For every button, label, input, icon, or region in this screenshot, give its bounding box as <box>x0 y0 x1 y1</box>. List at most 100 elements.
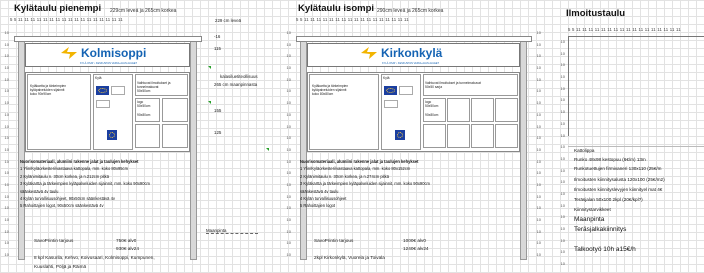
municipality-logo-icon <box>107 130 117 140</box>
left-small-cell-3 <box>135 124 160 148</box>
middle-logo-name: Kirkonkylä <box>381 46 443 60</box>
left-desc-item: 3 Kyläkartta ja tärkeimpien kyläpalvelui… <box>20 181 150 187</box>
left-small-cell-3-text: 90x80cm <box>137 113 151 117</box>
cost-row: Kiinnitystarvikkeet <box>574 207 611 212</box>
left-top-label: 229 cm leveä <box>215 18 242 23</box>
cell-comment-marker <box>208 66 211 69</box>
dim-label-top: -16 <box>214 34 221 39</box>
right-divider <box>568 146 704 147</box>
middle-notice-text: Vaihtuvat ilmoitukset ja tunnelmakuvat 50… <box>425 81 481 89</box>
middle-small-cell-3 <box>471 98 494 122</box>
cost-row: Runko 48x98 kestopuu (6€/m) 13m <box>574 157 646 162</box>
middle-desc-item: 2 Kylänimitaulu n. 30cm korkea, ja n.274… <box>300 173 389 179</box>
middle-row-numbers-right: 10 10 10 10 10 10 10 10 10 10 10 10 10 10 10 10 10 10 10 10 <box>536 30 541 258</box>
middle-sign-roof <box>296 36 532 42</box>
middle-sign-post-left <box>300 40 307 260</box>
left-sign-post-left <box>18 40 25 260</box>
middle-small-cell-6 <box>447 124 470 148</box>
middle-sign-post-right <box>520 40 527 260</box>
left-subtitle: 229cm leveä ja 265cm korkea <box>110 8 177 14</box>
dim-label-height: 265 cm maanpinnasta <box>214 82 258 87</box>
cost-row: Runkotuettujen firmivaneri 130x110 (25€/… <box>574 166 662 171</box>
middle-logo-tag: KYLÄ OSAT • KESKUSTAN VAPAA-AJAN ALUEET <box>382 62 440 65</box>
left-sign-roof <box>14 36 202 42</box>
middle-small-cell-2 <box>447 98 470 122</box>
left-footer-line-1: 8 kpl Kasurila, Kehvo, Koivusaari, Kolmi… <box>34 255 155 260</box>
kolmisoppi-logo-icon <box>61 47 77 59</box>
cost-row: Talkootyö 10h a15€/h <box>574 246 636 253</box>
cost-row: Kattolippa <box>574 148 595 153</box>
left-row-numbers: 10 10 10 10 10 10 10 10 10 10 10 10 10 10 10 10 10 10 10 10 <box>4 30 9 258</box>
cell-comment-marker <box>266 148 269 151</box>
middle-logo: Kirkonkylä <box>360 46 442 60</box>
cost-row: Teräsjalan 50x100 2kpl (20€/kpl?) <box>574 197 643 202</box>
middle-map-text: Kyläkartta ja tärkeimpien kyläpalveluiden… <box>312 84 349 96</box>
municipality-logo-icon <box>395 130 405 140</box>
left-top-ruler: 5 5 11 11 11 11 11 11 11 11 11 11 11 11 … <box>10 17 123 22</box>
middle-offer-label: SavoPrintin tarjous <box>314 238 354 243</box>
dim-label-industry: kalasiluetiteollisuus <box>220 74 258 79</box>
right-title: Ilmoitustaulu <box>566 8 626 19</box>
middle-desc-item: 1 Ylin/Kyläorkesteri/vastaava kattopala,… <box>300 166 411 172</box>
middle-subtitle: 290cm leveä ja 265cm korkea <box>377 8 444 14</box>
middle-small-cell-7 <box>471 124 494 148</box>
eu-flag-icon <box>384 86 397 95</box>
middle-description: Nuorisomateriaali, alumiini rakenne jala… <box>300 158 525 210</box>
middle-title: Kylätaulu isompi <box>298 3 375 14</box>
left-desc-item: 4 Kylän turvallisuusohjeet, 90x50cm sään… <box>20 196 115 202</box>
left-desc-item: 1 Ylin/Kyläorkesteri/vastaava kattopala,… <box>20 166 129 172</box>
left-offer-label: SavoPrintin tarjous <box>34 238 74 243</box>
middle-top-ruler: 5 5 11 11 11 11 11 11 11 11 11 11 11 11 … <box>296 17 409 22</box>
cell-comment-marker <box>208 101 211 104</box>
middle-small-cell-5 <box>423 124 446 148</box>
middle-desc-item: 5 Rahoittajien logot <box>300 203 336 209</box>
right-board-outline <box>568 36 704 136</box>
eu-flag-icon <box>96 86 109 95</box>
left-desc-title: Nuorisomateriaali, alumiini rakenne jala… <box>20 159 139 164</box>
left-desc-item: 2 Kylänimitaulu n. 30cm korkea, ja n.212… <box>20 173 109 179</box>
right-row-numbers: 10 10 10 10 10 10 10 10 10 10 10 10 10 10 10 10 10 10 10 10 <box>560 39 565 267</box>
dim-label-115: 115 <box>214 46 221 51</box>
left-footer-line-2: Kuuslahti, Pöljä ja Räimä <box>34 264 87 269</box>
left-logo-tag: KYLÄ OSAT • KESKUSTAN VAPAA-AJAN ALUEET <box>80 62 138 65</box>
middle-small-cell-1-text: logo 50x50cm <box>425 100 439 108</box>
cost-row: Teräsjalkakiinnitys <box>574 226 627 233</box>
middle-footer-line-1: 2kpl Kirkonkylä, Vuorela ja Toivala <box>314 255 385 260</box>
middle-offer-price-1: 1000€ alv0 <box>403 238 426 243</box>
middle-small-cell-5-text: 90x80cm <box>425 113 439 117</box>
left-small-cell-4 <box>162 124 188 148</box>
left-desc-item: säänkestävä 4v taulu <box>20 188 59 194</box>
leader-logo-icon <box>96 100 110 108</box>
middle-row-numbers-left: 10 10 10 10 10 10 10 10 10 10 10 10 10 10 10 10 10 10 10 10 <box>286 30 291 258</box>
left-description: Nuorisomateriaali, alumiini rakenne jala… <box>20 158 200 210</box>
left-offer-price-2: 930€ alv24 <box>116 246 139 251</box>
middle-small-cell-4 <box>495 98 518 122</box>
middle-small-cell-8 <box>495 124 518 148</box>
dim-label-155: 155 <box>214 108 222 113</box>
left-small-cell-1-text: logo 50x50cm <box>137 100 151 108</box>
middle-offer-price-2: 1240€ alv24 <box>403 246 429 251</box>
left-desc-item: 5 Rahoittajien logot, 90x50cm säänkestäv… <box>20 203 104 209</box>
funder-logo-icon <box>399 86 413 95</box>
funder-logo-icon <box>111 86 125 95</box>
middle-logo-cell-text: Kylä <box>383 76 390 80</box>
dim-label-125: 125 <box>214 130 222 135</box>
middle-desc-item: säänkestävä 4v taulu <box>300 188 339 194</box>
left-logo: Kolmisoppi <box>60 46 146 60</box>
kirkonkyla-logo-icon <box>361 47 377 59</box>
ground-line-left <box>206 233 258 234</box>
right-top-ruler: 5 5 11 11 11 11 11 11 11 11 11 11 11 11 … <box>568 27 681 32</box>
cost-row: Ilmoitusten kiinnityslevyjen kiinnityel … <box>574 187 663 192</box>
left-logo-cell-text: Kylä <box>95 76 102 80</box>
left-offer-price-1: 750€ alv0 <box>116 238 137 243</box>
cost-row: Ilmoitusten kiinnitysalusta 120x100 (25€… <box>574 177 665 182</box>
left-title: Kylätaulu pienempi <box>14 3 102 14</box>
left-small-cell-2 <box>162 98 188 122</box>
cost-row: Maanpinta <box>574 216 605 223</box>
left-notice-text: Vaihtuvat ilmoitukset ja tunnelmakuvat 50x… <box>137 81 171 93</box>
middle-desc-item: 4 Kylän turvallisuusohjeet <box>300 196 347 202</box>
left-sign-post-right <box>190 40 197 260</box>
middle-desc-item: 3 Kyläkartta ja tärkeimpien kyläpalvelui… <box>300 181 430 187</box>
left-logo-name: Kolmisoppi <box>81 46 147 60</box>
middle-desc-title: Nuorisomateriaali, alumiini rakenne jala… <box>300 159 419 164</box>
